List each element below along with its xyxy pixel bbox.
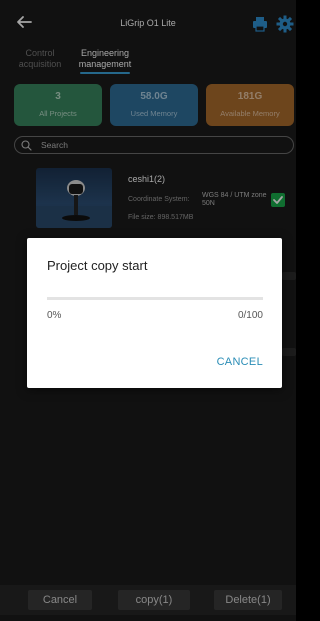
dialog-cancel-button[interactable]: CANCEL xyxy=(217,356,263,368)
copy-progress-dialog: Project copy start 0% 0/100 CANCEL xyxy=(27,238,282,388)
progress-percent: 0% xyxy=(47,310,62,321)
dialog-title: Project copy start xyxy=(47,258,148,273)
progress-bar xyxy=(47,297,263,300)
progress-count: 0/100 xyxy=(237,310,263,321)
